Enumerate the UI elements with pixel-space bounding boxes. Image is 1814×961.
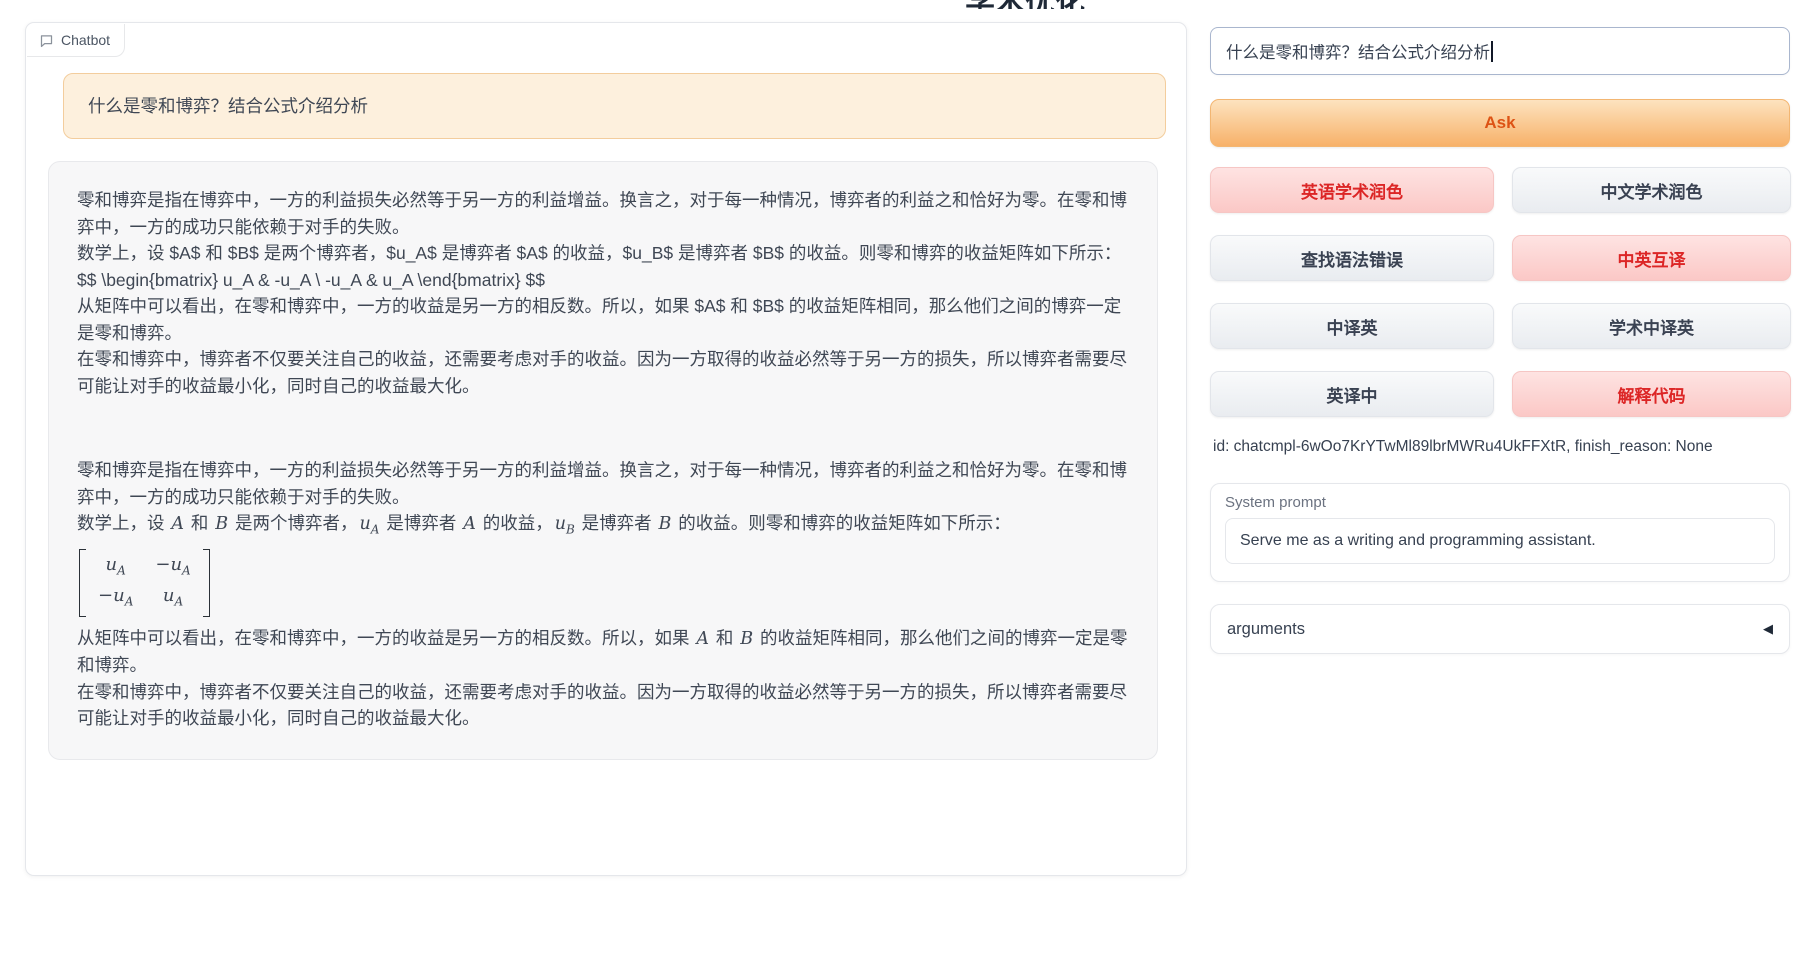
arguments-accordion-label: arguments [1227,620,1305,639]
ask-button[interactable]: Ask [1210,99,1790,147]
system-prompt-input[interactable]: Serve me as a writing and programming as… [1225,518,1775,564]
bot-paragraph: 数学上，设 $A$ 和 $B$ 是两个博弈者，$u_A$ 是博弈者 $A$ 的收… [77,240,1129,267]
chat-messages: 什么是零和博弈？结合公式介绍分析 零和博弈是指在博弈中，一方的利益损失必然等于另… [26,59,1186,760]
action-button-academic-zh-to-en[interactable]: 学术中译英 [1512,303,1791,349]
speech-bubble-icon [39,33,54,48]
bot-paragraph: 在零和博弈中，博弈者不仅要关注自己的收益，还需要考虑对手的收益。因为一方取得的收… [77,346,1129,399]
collapse-left-triangle-icon: ◀ [1763,621,1773,637]
action-button-explain-code[interactable]: 解释代码 [1512,371,1791,417]
action-button-english-academic-polish[interactable]: 英语学术润色 [1210,167,1494,213]
question-input-value: 什么是零和博弈？结合公式介绍分析 [1226,39,1490,63]
bot-paragraph: 零和博弈是指在博弈中，一方的利益损失必然等于另一方的利益增益。换言之，对于每一种… [77,457,1129,510]
action-button-zh-to-en[interactable]: 中译英 [1210,303,1494,349]
arguments-accordion[interactable]: arguments ◀ [1210,604,1790,654]
response-id-status: id: chatcmpl-6wOo7KrYTwMl89lbrMWRu4UkFFX… [1213,438,1713,456]
bot-paragraph: 在零和博弈中，博弈者不仅要关注自己的收益，还需要考虑对手的收益。因为一方取得的收… [77,679,1129,732]
bot-message-block: 零和博弈是指在博弈中，一方的利益损失必然等于另一方的利益增益。换言之，对于每一种… [77,457,1129,732]
action-button-find-grammar-errors[interactable]: 查找语法错误 [1210,235,1494,281]
bot-paragraph: 数学上，设 A 和 B 是两个博弈者，uA 是博弈者 A 的收益，uB 是博弈者… [77,510,1129,543]
bot-paragraph: uA−uA−uAuA [77,543,1129,625]
bot-paragraph: 从矩阵中可以看出，在零和博弈中，一方的收益是另一方的相反数。所以，如果 A 和 … [77,625,1129,679]
system-prompt-label: System prompt [1225,494,1775,511]
page-title-clipped: 学术优化 [905,0,1145,9]
action-button-zh-en-mutual-translate[interactable]: 中英互译 [1512,235,1791,281]
bot-paragraph: $$ \begin{bmatrix} u_A & -u_A \ -u_A & u… [77,267,1129,294]
chatbot-panel[interactable]: Chatbot 什么是零和博弈？结合公式介绍分析 零和博弈是指在博弈中，一方的利… [25,22,1187,876]
bot-paragraph: 从矩阵中可以看出，在零和博弈中，一方的收益是另一方的相反数。所以，如果 $A$ … [77,293,1129,346]
app-page: 学术优化 Chatbot 什么是零和博弈？结合公式介绍分析 零和博弈是指在博弈中… [0,0,1814,961]
action-button-en-to-zh[interactable]: 英译中 [1210,371,1494,417]
bot-message: 零和博弈是指在博弈中，一方的利益损失必然等于另一方的利益增益。换言之，对于每一种… [48,161,1158,760]
chatbot-label: Chatbot [27,24,125,57]
payoff-matrix: uA−uA−uAuA [79,549,210,617]
bot-paragraph: 零和博弈是指在博弈中，一方的利益损失必然等于另一方的利益增益。换言之，对于每一种… [77,187,1129,240]
system-prompt-group: System prompt Serve me as a writing and … [1210,483,1790,582]
action-grid: 英语学术润色中文学术润色查找语法错误中英互译中译英学术中译英英译中解释代码 [1210,167,1791,417]
text-cursor [1491,41,1493,62]
question-input[interactable]: 什么是零和博弈？结合公式介绍分析 [1210,27,1790,75]
action-button-chinese-academic-polish[interactable]: 中文学术润色 [1512,167,1791,213]
user-message-bubble: 什么是零和博弈？结合公式介绍分析 [63,73,1166,139]
chatbot-label-text: Chatbot [61,32,110,48]
bot-message-block: 零和博弈是指在博弈中，一方的利益损失必然等于另一方的利益增益。换言之，对于每一种… [77,187,1129,399]
